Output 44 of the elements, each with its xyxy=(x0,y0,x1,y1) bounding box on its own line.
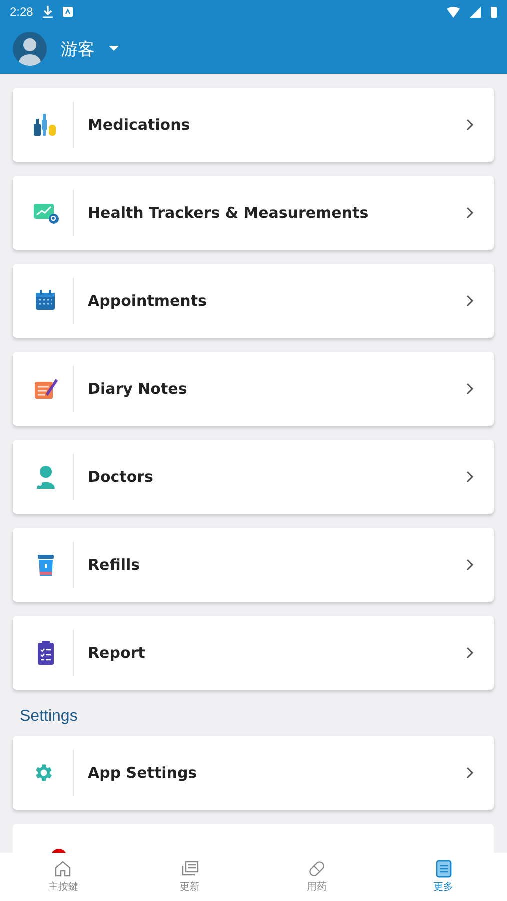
nav-tab[interactable]: 更新 xyxy=(126,853,254,901)
section-heading: Settings xyxy=(20,708,79,726)
document-icon xyxy=(436,860,452,878)
chevron-right-icon xyxy=(466,767,474,779)
menu-card[interactable]: Health Trackers & Measurements xyxy=(13,176,494,250)
nav-tab[interactable]: 主按鍵 xyxy=(0,853,127,901)
menu-label: App Settings xyxy=(88,764,198,782)
medication-bottles-icon xyxy=(33,112,59,138)
chevron-right-icon xyxy=(466,559,474,571)
chevron-right-icon xyxy=(466,295,474,307)
menu-card[interactable]: App Settings xyxy=(13,736,494,810)
chevron-right-icon xyxy=(466,119,474,131)
menu-label: Health Trackers & Measurements xyxy=(88,204,370,222)
menu-label: Refills xyxy=(88,556,142,574)
menu-label: Diary Notes xyxy=(88,380,188,398)
menu-label: Medications xyxy=(88,116,192,134)
pill-icon xyxy=(308,860,326,878)
menu-card[interactable]: Appointments xyxy=(13,264,494,338)
avatar-icon[interactable] xyxy=(13,32,47,66)
user-name[interactable]: 游客 xyxy=(61,38,95,60)
menu-card[interactable]: Diary Notes xyxy=(13,352,494,426)
chevron-right-icon xyxy=(466,383,474,395)
chevron-right-icon xyxy=(466,207,474,219)
news-icon xyxy=(181,860,200,878)
dropdown-caret-icon[interactable] xyxy=(109,46,119,52)
signal-icon xyxy=(470,6,481,18)
download-icon xyxy=(43,6,54,18)
nav-tab[interactable]: 更多 xyxy=(380,853,507,901)
menu-card[interactable]: Medications xyxy=(13,88,494,162)
nav-tab[interactable]: 用药 xyxy=(254,853,380,901)
menu-label: Appointments xyxy=(88,292,208,310)
status-time: 2:28 xyxy=(10,5,34,19)
notification-icon xyxy=(63,7,74,17)
menu-card[interactable]: Doctors xyxy=(13,440,494,514)
menu-card[interactable]: Refills xyxy=(13,528,494,602)
battery-icon xyxy=(491,6,497,18)
menu-label: Report xyxy=(88,644,146,662)
home-icon xyxy=(54,860,72,878)
wifi-icon xyxy=(447,6,460,18)
menu-card[interactable]: Report xyxy=(13,616,494,690)
chevron-right-icon xyxy=(466,471,474,483)
chevron-right-icon xyxy=(466,647,474,659)
menu-label: Doctors xyxy=(88,468,154,486)
notepad-pencil-icon xyxy=(33,376,59,402)
